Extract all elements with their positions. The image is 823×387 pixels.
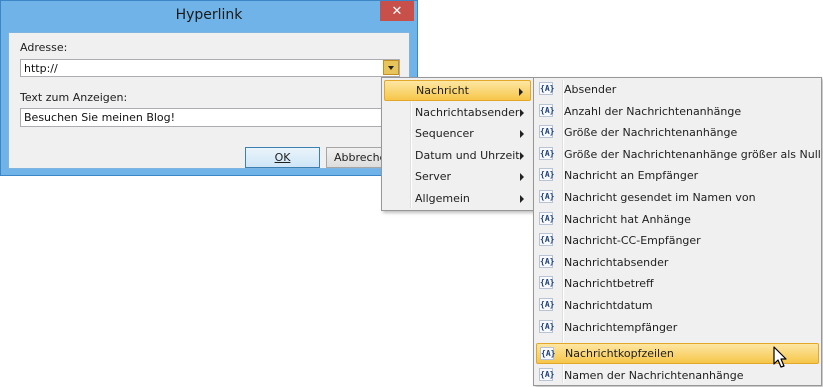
menu-item-allgemein[interactable]: Allgemein [384,188,531,209]
submenu-item-label: Absender [564,83,617,96]
insert-variable-dropdown-button[interactable] [383,60,399,75]
ok-button-label: OK [274,151,291,164]
submenu-item[interactable]: {A} Nachrichtempfänger [536,317,819,338]
submenu-item-label: Nachricht an Empfänger [564,169,699,182]
display-text-label: Text zum Anzeigen: [20,91,128,104]
hyperlink-dialog: Hyperlink ✕ Adresse: http:// Text zum An… [0,0,418,176]
menu-item-nachrichtabsender[interactable]: Nachrichtabsender [384,102,531,123]
close-icon: ✕ [391,3,403,19]
menu-item-datum-und-uhrzeit[interactable]: Datum und Uhrzeit [384,145,531,166]
submenu-item-label: Nachricht hat Anhänge [564,213,691,226]
submenu-item[interactable]: {A} Größe der Nachrichtenanhänge [536,122,819,143]
menu-item-label: Allgemein [415,192,470,205]
display-text-input[interactable]: Besuchen Sie meinen Blog! [20,108,400,127]
submenu-item[interactable]: {A} Nachrichtdatum [536,295,819,316]
variable-icon: {A} [539,147,555,160]
submenu-item[interactable]: {A} Nachricht hat Anhänge [536,209,819,230]
variable-icon: {A} [539,255,555,268]
variable-icon: {A} [539,168,555,181]
chevron-down-icon [388,65,394,70]
chevron-right-icon [520,109,524,117]
menu-item-label: Nachrichtabsender [415,106,520,119]
close-button[interactable]: ✕ [380,1,414,21]
variable-icon: {A} [539,233,555,246]
menu-item-label: Sequencer [415,127,474,140]
variable-icon: {A} [539,190,555,203]
mouse-cursor-icon [773,346,787,368]
submenu-item-label: Nachrichtempfänger [564,321,678,334]
submenu-item-label: Nachricht gesendet im Namen von [564,191,756,204]
submenu-item-label: Nachrichtabsender [564,256,669,269]
submenu-item[interactable]: {A} Nachrichtbetreff [536,273,819,294]
submenu-item[interactable]: {A} Nachricht-CC-Empfänger [536,230,819,251]
submenu-item-label: Größe der Nachrichtenanhänge [564,126,738,139]
submenu-item[interactable]: {A} Nachricht an Empfänger [536,165,819,186]
variable-icon: {A} [539,298,555,311]
submenu-item[interactable]: {A} Größe der Nachrichtenanhänge größer … [536,144,821,165]
chevron-right-icon [520,130,524,138]
variable-icon: {A} [539,320,555,333]
variable-menu: Nachricht Nachrichtabsender Sequencer Da… [381,77,534,211]
ok-button[interactable]: OK [245,147,320,168]
variable-icon: {A} [539,212,555,225]
submenu-item[interactable]: {A} Nachricht gesendet im Namen von [536,187,819,208]
submenu-item[interactable]: {A} Absender [536,79,819,100]
address-input[interactable]: http:// [20,59,400,77]
variable-icon: {A} [539,276,555,289]
submenu-item-label: Anzahl der Nachrichtenanhänge [564,105,742,118]
submenu-item-label: Namen der Nachrichtenanhänge [564,369,744,382]
submenu-item[interactable]: {A} Nachrichtabsender [536,252,819,273]
menu-item-server[interactable]: Server [384,166,531,187]
dialog-title: Hyperlink [175,7,243,23]
chevron-right-icon [520,173,524,181]
menu-item-label: Nachricht [416,84,469,97]
menu-item-sequencer[interactable]: Sequencer [384,123,531,144]
variable-icon: {A} [539,125,555,138]
variable-icon: {A} [539,104,555,117]
menu-item-nachricht[interactable]: Nachricht [384,80,531,101]
menu-item-label: Server [415,170,452,183]
variable-icon: {A} [539,368,555,381]
nachricht-submenu: {A} Absender {A} Anzahl der Nachrichtena… [533,77,822,386]
submenu-item-label: Größe der Nachrichtenanhänge größer als … [564,148,821,161]
address-label: Adresse: [20,41,68,54]
chevron-right-icon [519,88,523,96]
submenu-item-label: Nachrichtbetreff [564,277,654,290]
variable-icon: {A} [539,82,555,95]
submenu-item[interactable]: {A} Anzahl der Nachrichtenanhänge [536,101,819,122]
chevron-right-icon [520,152,524,160]
chevron-right-icon [520,195,524,203]
menu-item-label: Datum und Uhrzeit [415,149,520,162]
dialog-body: Adresse: http:// Text zum Anzeigen: Besu… [8,32,410,169]
submenu-item-label: Nachrichtkopfzeilen [565,347,674,360]
dialog-titlebar[interactable]: Hyperlink [1,1,417,31]
submenu-item-label: Nachrichtdatum [564,299,653,312]
submenu-item-label: Nachricht-CC-Empfänger [564,234,701,247]
variable-icon: {A} [540,347,556,360]
